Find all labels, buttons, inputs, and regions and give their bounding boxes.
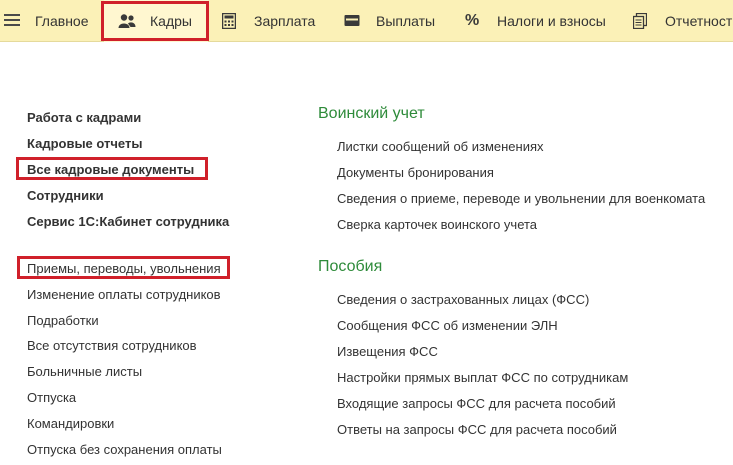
link-vacations[interactable]: Отпуска: [27, 390, 76, 405]
link-military-cards-check[interactable]: Сверка карточек воинского учета: [337, 217, 537, 232]
link-side-jobs[interactable]: Подработки: [27, 313, 99, 328]
link-fss-notices[interactable]: Извещения ФСС: [337, 344, 438, 359]
documents-icon: [632, 12, 649, 30]
section-home-label: Главное: [35, 13, 89, 29]
section-reports[interactable]: Отчетность: [632, 0, 733, 42]
link-pay-change[interactable]: Изменение оплаты сотрудников: [27, 287, 221, 302]
link-reservation-documents[interactable]: Документы бронирования: [337, 165, 494, 180]
section-reports-label: Отчетность: [665, 13, 733, 29]
link-change-notices[interactable]: Листки сообщений об изменениях: [337, 139, 544, 154]
section-payments[interactable]: Выплаты: [344, 0, 435, 42]
link-business-trips[interactable]: Командировки: [27, 416, 114, 431]
link-hiring-transfers-dismissals[interactable]: Приемы, переводы, увольнения: [27, 261, 221, 276]
link-eln-messages[interactable]: Сообщения ФСС об изменении ЭЛН: [337, 318, 558, 333]
section-home[interactable]: Главное: [35, 0, 89, 42]
link-military-office-info[interactable]: Сведения о приеме, переводе и увольнении…: [337, 191, 705, 206]
link-unpaid-leaves[interactable]: Отпуска без сохранения оплаты: [27, 442, 222, 457]
link-fss-request-answers[interactable]: Ответы на запросы ФСС для расчета пособи…: [337, 422, 617, 437]
highlight-frame-hr: [101, 1, 209, 41]
percent-icon: %: [465, 12, 480, 29]
link-hr-reports[interactable]: Кадровые отчеты: [27, 136, 142, 151]
link-incoming-fss-requests[interactable]: Входящие запросы ФСС для расчета пособий: [337, 396, 616, 411]
section-salary[interactable]: Зарплата: [221, 0, 316, 42]
link-insured-persons[interactable]: Сведения о застрахованных лицах (ФСС): [337, 292, 589, 307]
section-payments-label: Выплаты: [376, 13, 436, 29]
section-salary-label: Зарплата: [254, 13, 316, 29]
link-employees[interactable]: Сотрудники: [27, 188, 104, 203]
link-employee-cabinet[interactable]: Сервис 1С:Кабинет сотрудника: [27, 214, 229, 229]
main-menu-icon[interactable]: [4, 11, 20, 29]
link-direct-payment-settings[interactable]: Настройки прямых выплат ФСС по сотрудник…: [337, 370, 628, 385]
link-all-hr-documents[interactable]: Все кадровые документы: [27, 162, 194, 177]
link-all-absences[interactable]: Все отсутствия сотрудников: [27, 338, 197, 353]
link-hr-work[interactable]: Работа с кадрами: [27, 110, 141, 125]
group-title-benefits: Пособия: [318, 258, 383, 275]
link-sick-leaves[interactable]: Больничные листы: [27, 364, 142, 379]
section-taxes-label: Налоги и взносы: [497, 13, 606, 29]
group-title-military: Воинский учет: [318, 105, 425, 122]
calculator-icon: [221, 12, 238, 30]
section-taxes[interactable]: % Налоги и взносы: [465, 0, 606, 42]
wallet-icon: [344, 13, 360, 29]
